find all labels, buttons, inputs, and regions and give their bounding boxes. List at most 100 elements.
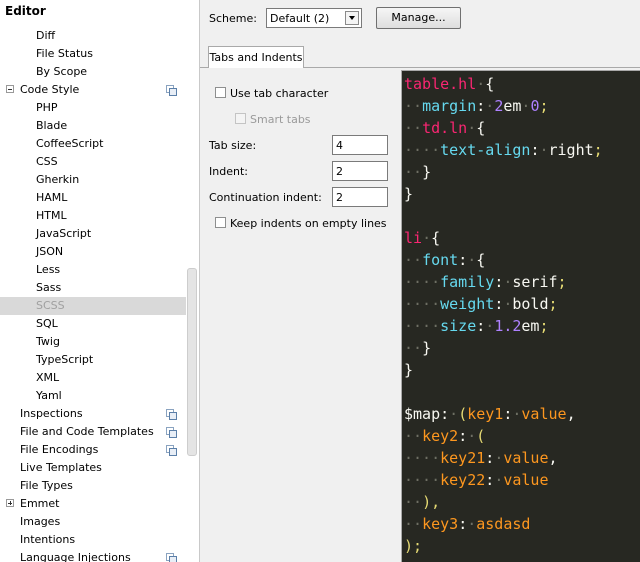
- code-token: ·: [476, 75, 486, 93]
- code-token: ;: [548, 295, 558, 313]
- tree-item[interactable]: Images: [0, 513, 186, 531]
- code-token: ·: [422, 229, 432, 247]
- code-token: ··: [404, 251, 423, 269]
- code-token: }: [404, 185, 414, 203]
- tree-item-label: Gherkin: [36, 173, 80, 186]
- tree-item[interactable]: CoffeeScript: [0, 135, 186, 153]
- tree-item[interactable]: JavaScript: [0, 225, 186, 243]
- code-token: }: [422, 339, 432, 357]
- code-token: bold: [512, 295, 549, 313]
- scheme-select[interactable]: Default (2): [266, 8, 362, 28]
- tab-size-label: Tab size:: [209, 139, 257, 152]
- tree-item[interactable]: SCSS: [0, 297, 186, 315]
- tree-item[interactable]: TypeScript: [0, 351, 186, 369]
- code-token: value: [521, 405, 567, 423]
- tree-item-label: Images: [20, 515, 61, 528]
- code-token: :: [494, 273, 504, 291]
- tree-item[interactable]: Twig: [0, 333, 186, 351]
- tree-item[interactable]: Emmet: [0, 495, 186, 513]
- tree-item[interactable]: Language Injections: [0, 549, 186, 562]
- code-token: 1.2: [494, 317, 522, 335]
- code-token: right: [548, 141, 594, 159]
- code-line: ··td.ln·{: [404, 117, 485, 139]
- use-tab-character-checkbox[interactable]: [215, 87, 226, 98]
- code-token: {: [476, 251, 486, 269]
- code-token: ·: [494, 471, 504, 489]
- expand-icon[interactable]: [6, 499, 14, 507]
- code-token: );: [404, 537, 423, 555]
- code-token: .hl: [449, 75, 477, 93]
- tree-item[interactable]: File Status: [0, 45, 186, 63]
- tree-item[interactable]: File Encodings: [0, 441, 186, 459]
- code-token: margin: [422, 97, 477, 115]
- code-token: $map: [404, 405, 441, 423]
- tree-item-label: File and Code Templates: [20, 425, 154, 438]
- tree-item-label: Inspections: [20, 407, 83, 420]
- tree-item[interactable]: Inspections: [0, 405, 186, 423]
- tree-item[interactable]: Code Style: [0, 81, 186, 99]
- tree-scrollbar-thumb[interactable]: [187, 268, 197, 456]
- tree-item-label: Sass: [36, 281, 62, 294]
- code-line: ··),: [404, 491, 440, 513]
- code-token: ··: [404, 119, 423, 137]
- tree-item[interactable]: HTML: [0, 207, 186, 225]
- code-token: ·: [467, 251, 477, 269]
- tree-item[interactable]: Intentions: [0, 531, 186, 549]
- use-tab-character-label[interactable]: Use tab character: [230, 87, 328, 100]
- code-token: ;: [593, 141, 603, 159]
- tree-item[interactable]: Gherkin: [0, 171, 186, 189]
- tree-item[interactable]: File and Code Templates: [0, 423, 186, 441]
- code-line: }: [404, 183, 413, 205]
- tree-item-label: Emmet: [20, 497, 60, 510]
- tab-size-input[interactable]: [332, 135, 388, 155]
- smart-tabs-checkbox[interactable]: [235, 113, 246, 124]
- code-token: font: [422, 251, 459, 269]
- manage-button[interactable]: Manage...: [376, 7, 461, 29]
- tree-item[interactable]: HAML: [0, 189, 186, 207]
- code-token: ;: [539, 97, 549, 115]
- keep-indents-checkbox[interactable]: [215, 217, 226, 228]
- code-token: ····: [404, 471, 441, 489]
- tree-item-label: Intentions: [20, 533, 76, 546]
- code-token: ··: [404, 97, 423, 115]
- tree-item[interactable]: SQL: [0, 315, 186, 333]
- collapse-icon[interactable]: [6, 85, 14, 93]
- keep-indents-label[interactable]: Keep indents on empty lines: [230, 217, 387, 230]
- tree-item[interactable]: By Scope: [0, 63, 186, 81]
- tree-item[interactable]: JSON: [0, 243, 186, 261]
- tree-item[interactable]: File Types: [0, 477, 186, 495]
- tree-item[interactable]: Sass: [0, 279, 186, 297]
- tree-item[interactable]: CSS: [0, 153, 186, 171]
- code-line: );: [404, 535, 422, 557]
- tree-item[interactable]: PHP: [0, 99, 186, 117]
- code-token: ····: [404, 449, 441, 467]
- tree-item-label: HAML: [36, 191, 68, 204]
- code-token: ,: [566, 405, 576, 423]
- tree-item[interactable]: Less: [0, 261, 186, 279]
- continuation-indent-input[interactable]: [332, 187, 388, 207]
- code-token: text-align: [440, 141, 531, 159]
- tree-title-editor[interactable]: Editor: [5, 4, 46, 18]
- code-token: ··: [404, 163, 423, 181]
- code-token: :: [458, 251, 468, 269]
- tree-item[interactable]: XML: [0, 369, 186, 387]
- indent-input[interactable]: [332, 161, 388, 181]
- code-token: value: [503, 449, 549, 467]
- code-token: :: [458, 427, 468, 445]
- smart-tabs-label: Smart tabs: [250, 113, 311, 126]
- tree-item[interactable]: Yaml: [0, 387, 186, 405]
- continuation-indent-label: Continuation indent:: [209, 191, 322, 204]
- tree-item-label: File Types: [20, 479, 73, 492]
- tree-item[interactable]: Diff: [0, 27, 186, 45]
- code-line: ····text-align:·right;: [404, 139, 603, 161]
- code-token: ·: [539, 141, 549, 159]
- chevron-down-icon[interactable]: [345, 11, 359, 25]
- code-token: td: [422, 119, 441, 137]
- tree-item[interactable]: Live Templates: [0, 459, 186, 477]
- code-token: serif: [512, 273, 558, 291]
- tab-tabs-and-indents[interactable]: Tabs and Indents: [208, 46, 304, 68]
- code-token: asdasd: [476, 515, 531, 533]
- code-token: ·: [467, 119, 477, 137]
- tree-item-label: Code Style: [20, 83, 80, 96]
- tree-item[interactable]: Blade: [0, 117, 186, 135]
